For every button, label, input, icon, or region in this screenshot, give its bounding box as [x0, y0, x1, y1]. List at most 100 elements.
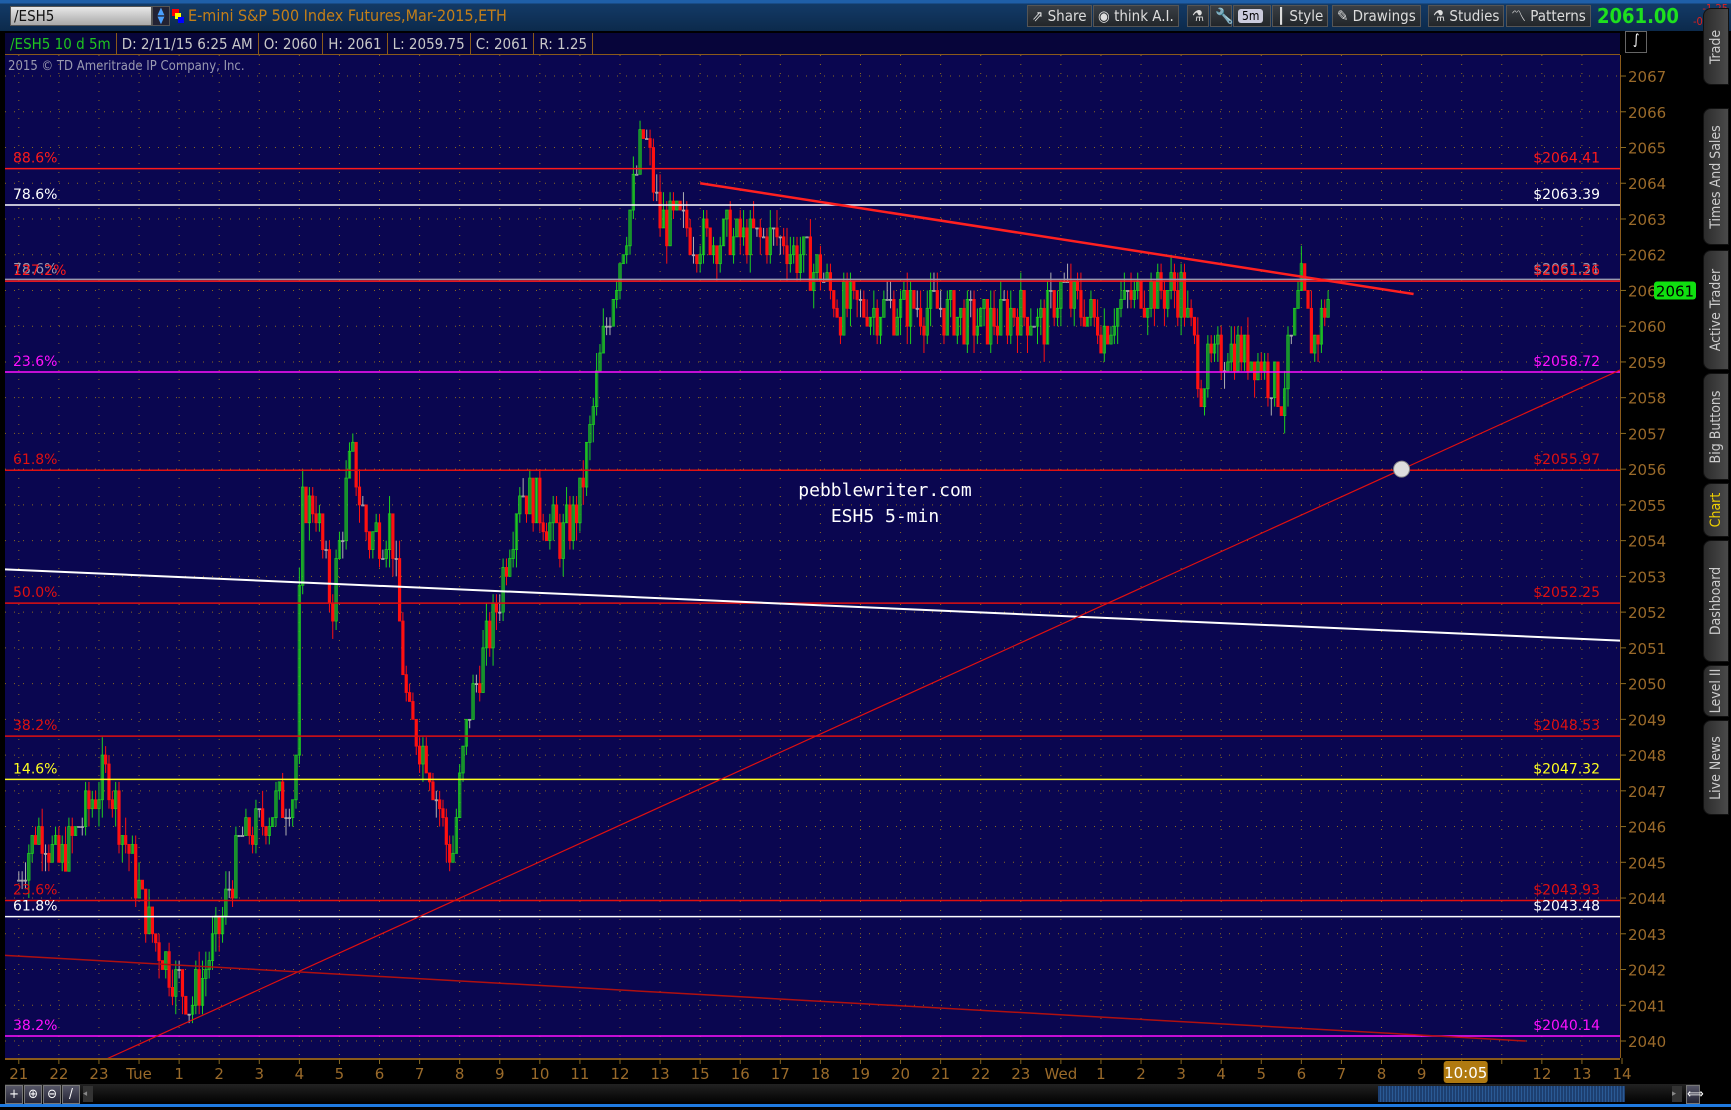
time-tick-label: 14: [1612, 1065, 1631, 1083]
price-tick-label: 2057: [1628, 425, 1666, 443]
candle-body: [685, 209, 689, 229]
candle-body: [40, 826, 44, 854]
candle-body: [1253, 361, 1257, 381]
time-tick-label: 6: [375, 1065, 385, 1083]
price-tick-label: 2067: [1628, 68, 1666, 86]
candle-body: [247, 817, 251, 836]
candle-body: [1276, 361, 1280, 408]
candle-body: [327, 549, 332, 604]
time-tick-label: 22: [49, 1065, 68, 1083]
time-tick-label: 13: [651, 1065, 670, 1083]
time-tick-label: 21: [931, 1065, 950, 1083]
candle-body: [852, 281, 856, 291]
time-tick-label: 22: [971, 1065, 990, 1083]
candle-body: [494, 602, 499, 613]
candle-body: [1012, 307, 1016, 318]
candle-body: [558, 522, 562, 559]
plot-layer: [5, 55, 1620, 1058]
candle-body: [835, 307, 839, 318]
sidebar-tab-trade[interactable]: Trade: [1703, 8, 1729, 85]
candle-body: [635, 173, 639, 176]
price-tick-label: 2052: [1628, 604, 1666, 622]
price-tick-label: 2060: [1628, 318, 1666, 336]
candle-body: [688, 227, 692, 256]
candle-body: [1022, 290, 1026, 318]
candle-body: [414, 718, 418, 747]
candle-body: [665, 209, 669, 247]
candle-body: [1005, 298, 1010, 336]
candle-body: [885, 298, 889, 301]
candle-body: [397, 558, 402, 622]
candle-body: [140, 879, 144, 890]
sidebar-tab-label: Big Buttons: [1708, 390, 1724, 463]
time-tick-label: 9: [495, 1065, 505, 1083]
candle-body: [845, 281, 849, 309]
time-tick-label: 7: [1337, 1065, 1347, 1083]
candle-body: [1306, 290, 1310, 309]
candle-body: [932, 290, 936, 292]
draw-line-button[interactable]: /: [62, 1085, 80, 1104]
candle-body: [377, 522, 382, 559]
candle-body: [715, 245, 719, 265]
time-tick-label: 9: [1417, 1065, 1427, 1083]
fib-level-pct: 38.2%: [13, 718, 57, 734]
candle-body: [892, 298, 896, 336]
magnify-plus-button[interactable]: ⊕: [24, 1085, 42, 1104]
sidebar-tab-dashboard[interactable]: Dashboard: [1703, 540, 1729, 662]
scrollbar-thumb[interactable]: [1378, 1086, 1625, 1102]
candle-body: [1239, 334, 1243, 363]
scroll-right-arrow[interactable]: ▸: [1672, 1086, 1682, 1102]
time-tick-label: 19: [851, 1065, 870, 1083]
sidebar-tab-label: Live News: [1708, 735, 1724, 800]
fib-level-pct: 38.2%: [13, 1018, 57, 1034]
candle-body: [1316, 334, 1320, 345]
watermark-title: ESH5 5-min: [830, 506, 940, 527]
candle-body: [367, 531, 372, 550]
price-tick-label: 2056: [1628, 461, 1666, 479]
candle-body: [1082, 316, 1086, 327]
candle-body: [281, 781, 285, 819]
scroll-left-arrow[interactable]: ◂: [83, 1086, 93, 1102]
candle-body: [942, 307, 946, 336]
time-tick-label: 15: [691, 1065, 710, 1083]
price-tick-label: 2059: [1628, 354, 1666, 372]
candle-body: [250, 835, 255, 845]
candle-body: [441, 808, 445, 819]
candle-body: [962, 307, 966, 345]
time-tick-label: 6: [1297, 1065, 1307, 1083]
candle-body: [738, 218, 742, 238]
magnify-minus-button[interactable]: ⊖: [43, 1085, 61, 1104]
candle-body: [1092, 298, 1096, 318]
candle-body: [745, 227, 749, 256]
candle-body: [795, 245, 799, 273]
candle-body: [1323, 307, 1327, 318]
time-tick-label: Wed: [1045, 1065, 1078, 1083]
fib-level-price: $2047.32: [1533, 761, 1600, 777]
price-tick-label: 2064: [1628, 175, 1666, 193]
price-tick-label: 2065: [1628, 140, 1666, 158]
candle-body: [728, 209, 732, 256]
candle-body: [404, 674, 408, 693]
sidebar-tab-level-ii[interactable]: Level II: [1703, 665, 1729, 717]
trendline: [5, 568, 1620, 642]
candle-body: [985, 298, 990, 345]
time-tick-label: 7: [415, 1065, 425, 1083]
candle-body: [705, 218, 709, 229]
zoom-in-button[interactable]: +: [5, 1085, 23, 1104]
sidebar-tab-big-buttons[interactable]: Big Buttons: [1703, 373, 1729, 480]
candle-body: [862, 298, 866, 318]
sidebar-tab-live-news[interactable]: Live News: [1703, 720, 1729, 815]
fib-level-pct: 78.6%: [13, 187, 57, 203]
expand-time-button[interactable]: ⟺: [1686, 1085, 1704, 1104]
candle-body: [1069, 281, 1073, 309]
candle-body: [237, 835, 241, 837]
trendline: [5, 954, 1526, 1042]
candle-body: [1139, 281, 1143, 309]
sidebar-tab-label: Times And Sales: [1708, 124, 1724, 229]
candle-body: [63, 844, 68, 872]
time-tick-label: 18: [811, 1065, 830, 1083]
sidebar-tab-chart[interactable]: Chart: [1703, 483, 1729, 537]
price-tick-label: 2050: [1628, 676, 1666, 694]
sidebar-tab-active-trader[interactable]: Active Trader: [1703, 250, 1729, 370]
sidebar-tab-times-and-sales[interactable]: Times And Sales: [1703, 108, 1729, 245]
